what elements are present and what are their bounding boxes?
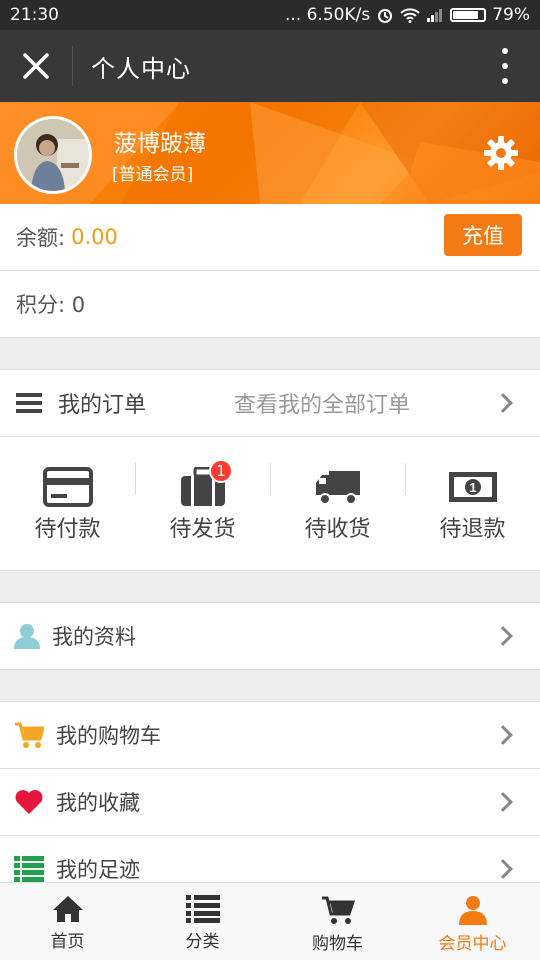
- more-menu-button[interactable]: [490, 48, 520, 84]
- wifi-icon: [400, 8, 420, 23]
- tab-cart[interactable]: 购物车: [270, 883, 405, 960]
- points-row: 积分: 0: [0, 271, 540, 338]
- balance-value: 0.00: [71, 225, 118, 249]
- member-level: [普通会员]: [112, 165, 194, 185]
- order-status-pending-receipt[interactable]: 待收货: [270, 437, 405, 570]
- card-icon: [42, 467, 93, 507]
- close-button[interactable]: [0, 30, 72, 102]
- tab-label: 购物车: [312, 934, 363, 954]
- list-icon: [185, 895, 220, 923]
- shopping-cart-icon: [15, 722, 44, 748]
- pending-shipment-badge: 1: [209, 459, 233, 483]
- list-grid-icon: [14, 856, 44, 882]
- title-divider: [72, 46, 73, 86]
- order-status-pending-refund[interactable]: 1 待退款: [405, 437, 540, 570]
- username: 菠博跛薄: [114, 131, 206, 157]
- order-status-grid: 待付款 1 待发货 待收货 1 待退款: [0, 437, 540, 571]
- points-label: 积分: 0: [16, 293, 86, 317]
- status-label: 待收货: [304, 517, 371, 542]
- battery-percent: 79%: [492, 5, 530, 25]
- my-cart-row[interactable]: 我的购物车: [0, 702, 540, 769]
- heart-icon: [15, 790, 43, 814]
- signal-icon: [427, 9, 443, 22]
- chevron-right-icon: [493, 626, 513, 646]
- chevron-right-icon: [493, 393, 513, 413]
- network-speed: ... 6.50K/s: [285, 5, 371, 25]
- my-footprints-label: 我的足迹: [56, 858, 140, 882]
- order-status-pending-payment[interactable]: 待付款: [0, 437, 135, 570]
- page-title: 个人中心: [91, 54, 191, 83]
- menu-lines-icon: [16, 393, 42, 413]
- balance-label: 余额:: [16, 226, 66, 250]
- chevron-right-icon: [493, 725, 513, 745]
- banknote-icon: 1: [448, 472, 497, 502]
- status-indicators: ... 6.50K/s 79%: [285, 5, 530, 25]
- section-gap: [0, 670, 540, 702]
- user-icon: [458, 896, 487, 925]
- tab-member-center[interactable]: 会员中心: [405, 883, 540, 960]
- close-icon: [23, 53, 49, 79]
- settings-gear-icon[interactable]: [482, 134, 520, 172]
- clock: 21:30: [10, 5, 59, 25]
- tab-label: 会员中心: [438, 934, 507, 954]
- tab-home[interactable]: 首页: [0, 883, 135, 960]
- svg-text:1: 1: [469, 480, 476, 495]
- tab-category[interactable]: 分类: [135, 883, 270, 960]
- my-orders-label: 我的订单: [58, 393, 147, 418]
- status-label: 待发货: [169, 517, 236, 542]
- cart-icon: [321, 896, 355, 924]
- view-all-orders-link[interactable]: 查看我的全部订单: [234, 387, 410, 419]
- status-label: 待退款: [439, 517, 506, 542]
- my-orders-row[interactable]: 我的订单 查看我的全部订单: [0, 370, 540, 437]
- status-bar: 21:30 ... 6.50K/s 79%: [0, 0, 540, 30]
- section-gap: [0, 338, 540, 370]
- person-icon: [14, 624, 40, 649]
- my-favorites-row[interactable]: 我的收藏: [0, 769, 540, 836]
- balance-row: 余额: 0.00 充值: [0, 204, 540, 271]
- my-profile-label: 我的资料: [52, 625, 136, 649]
- my-cart-label: 我的购物车: [56, 724, 161, 748]
- section-gap: [0, 571, 540, 603]
- bottom-tab-bar: 首页 分类 购物车 会员中心: [0, 882, 540, 960]
- profile-header: 菠博跛薄 [普通会员]: [0, 102, 540, 204]
- truck-icon: [315, 471, 360, 505]
- title-bar: 个人中心: [0, 30, 540, 102]
- recharge-button[interactable]: 充值: [444, 214, 522, 256]
- my-profile-row[interactable]: 我的资料: [0, 603, 540, 670]
- avatar[interactable]: [14, 116, 92, 194]
- home-icon: [52, 896, 83, 922]
- status-label: 待付款: [34, 517, 101, 542]
- tab-label: 首页: [50, 932, 85, 952]
- tab-label: 分类: [185, 932, 220, 952]
- order-status-pending-shipment[interactable]: 1 待发货: [135, 437, 270, 570]
- my-favorites-label: 我的收藏: [56, 791, 140, 815]
- chevron-right-icon: [493, 792, 513, 812]
- battery-icon: [450, 8, 487, 22]
- chevron-right-icon: [493, 859, 513, 879]
- alarm-icon: [378, 9, 393, 23]
